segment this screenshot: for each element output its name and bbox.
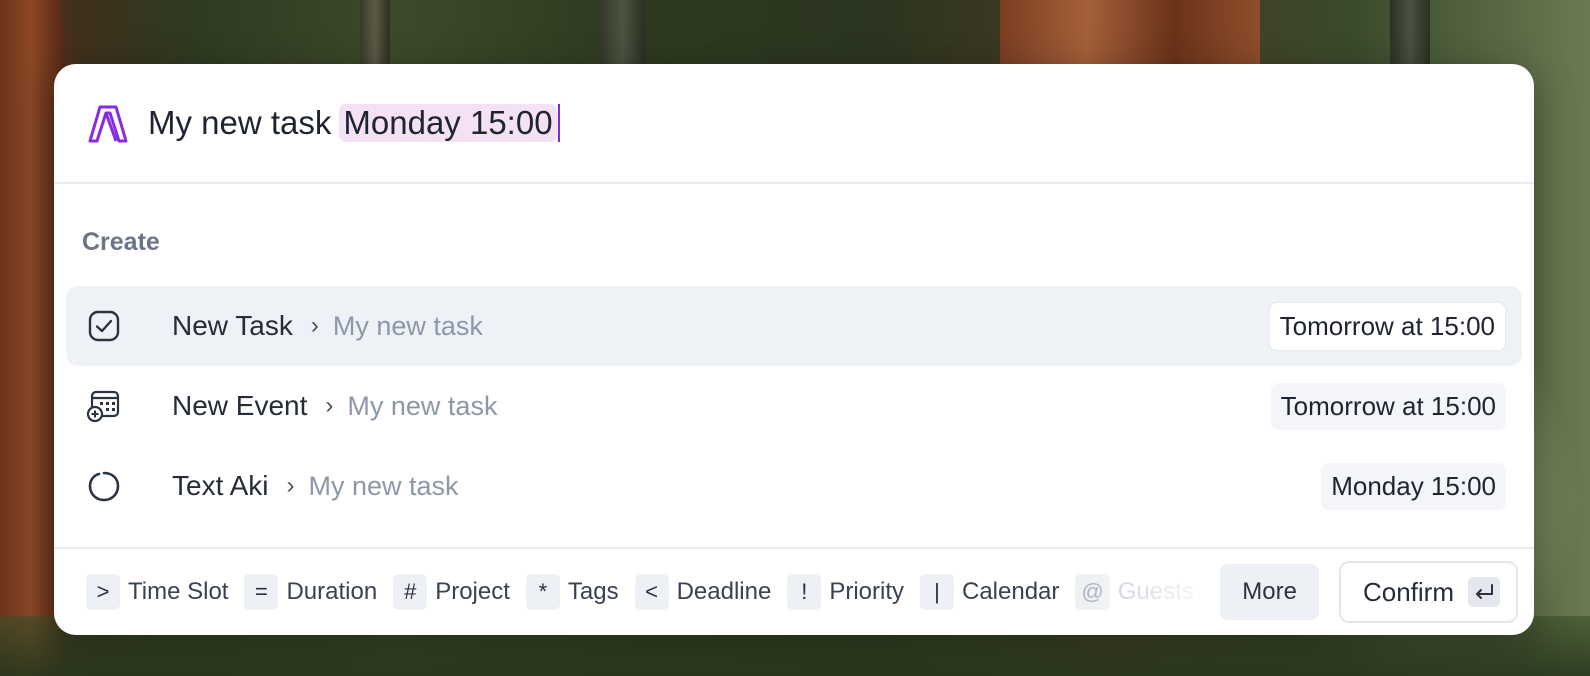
background-tree-trunk [0,0,62,676]
app-logo-icon [88,105,128,143]
circle-icon [84,466,124,506]
background-tree-trunk [360,0,390,64]
shortcut-key: # [393,574,428,610]
shortcut-calendar[interactable]: | Calendar [920,574,1059,610]
shortcut-footer: > Time Slot = Duration # Project * Tags … [54,547,1534,635]
option-new-task[interactable]: New Task › My new task Tomorrow at 15:00 [66,286,1522,366]
create-options-list: New Task › My new task Tomorrow at 15:00 [66,286,1522,526]
option-title: New Task [172,310,293,341]
more-button[interactable]: More [1220,564,1319,620]
query-date-token: Monday 15:00 [339,104,557,142]
shortcut-label: Time Slot [128,578,229,605]
chevron-right-icon: › [310,312,319,339]
background-tree-trunk [1000,0,1260,64]
shortcut-duration[interactable]: = Duration [244,574,377,610]
command-input-row[interactable]: My new task Monday 15:00 [54,64,1534,184]
query-text: My new task [148,104,332,141]
command-dialog: My new task Monday 15:00 Create New Task… [54,64,1534,635]
shortcut-label: Guests [1117,578,1194,605]
chevron-right-icon: › [325,392,334,419]
option-when-badge: Monday 15:00 [1321,462,1506,510]
option-subtitle: My new task [308,470,459,501]
shortcut-key: | [920,574,954,610]
section-label-create: Create [82,228,160,256]
command-input[interactable]: My new task Monday 15:00 [148,104,560,142]
check-square-icon [84,306,124,346]
shortcut-label: Calendar [962,578,1060,605]
option-title: New Event [172,390,308,421]
shortcut-chips: > Time Slot = Duration # Project * Tags … [86,574,1220,610]
confirm-label: Confirm [1362,576,1454,607]
shortcut-deadline[interactable]: < Deadline [634,574,772,610]
shortcut-key: = [244,574,279,610]
shortcut-project[interactable]: # Project [393,574,510,610]
shortcut-guests[interactable]: @ Guests [1075,574,1194,610]
option-text-aki[interactable]: Text Aki › My new task Monday 15:00 [66,446,1522,526]
shortcut-label: Tags [567,578,619,605]
shortcut-key: * [525,574,560,610]
text-caret [557,104,560,142]
confirm-button[interactable]: Confirm [1338,561,1518,623]
shortcut-tags[interactable]: * Tags [525,574,619,610]
shortcut-key: ! [787,574,822,610]
enter-key-icon [1468,577,1500,607]
shortcut-label: Deadline [676,578,772,605]
shortcut-label: Priority [829,578,904,605]
shortcut-key: < [634,574,669,610]
calendar-add-icon [84,386,124,426]
option-subtitle: My new task [332,310,483,341]
shortcut-priority[interactable]: ! Priority [787,574,904,610]
option-title: Text Aki [172,470,269,501]
shortcut-label: Duration [286,578,378,605]
shortcut-time-slot[interactable]: > Time Slot [86,574,228,610]
option-when-badge: Tomorrow at 15:00 [1268,301,1506,351]
option-subtitle: My new task [347,390,498,421]
option-new-event[interactable]: New Event › My new task Tomorrow at 15:0… [66,366,1522,446]
chevron-right-icon: › [286,472,295,499]
shortcut-key: > [86,574,120,610]
shortcut-label: Project [435,578,510,605]
option-when-badge: Tomorrow at 15:00 [1270,382,1506,430]
background-tree-trunk [1390,0,1430,64]
background-tree-trunk [600,0,645,64]
shortcut-key: @ [1075,574,1110,610]
